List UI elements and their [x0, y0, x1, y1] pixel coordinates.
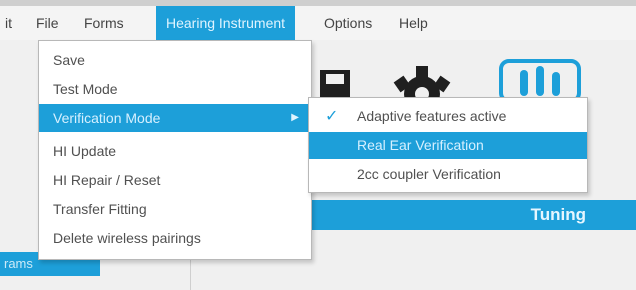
- menu-item-label: Save: [53, 52, 85, 68]
- menu-item-label: Delete wireless pairings: [53, 230, 201, 246]
- hearing-instrument-menu: Save Test Mode Verification Mode ▶ HI Up…: [38, 40, 312, 260]
- submenu-arrow-icon: ▶: [291, 112, 299, 123]
- menu-item-delete-wireless-pairings[interactable]: Delete wireless pairings: [39, 224, 311, 252]
- submenu-item-label: Real Ear Verification: [357, 137, 484, 153]
- menu-item-save[interactable]: Save: [39, 46, 311, 74]
- menu-item-test-mode[interactable]: Test Mode: [39, 75, 311, 103]
- verification-mode-submenu: ✓ Adaptive features active Real Ear Veri…: [308, 97, 588, 193]
- menu-edit-partial[interactable]: it: [5, 6, 12, 40]
- menu-forms[interactable]: Forms: [84, 6, 124, 40]
- menu-item-label: Verification Mode: [53, 110, 161, 126]
- menu-file[interactable]: File: [36, 6, 59, 40]
- submenu-item-label: 2cc coupler Verification: [357, 166, 501, 182]
- submenu-item-2cc-coupler-verification[interactable]: 2cc coupler Verification: [309, 161, 587, 188]
- menu-item-label: HI Update: [53, 143, 117, 159]
- menu-item-verification-mode[interactable]: Verification Mode ▶: [39, 104, 311, 132]
- submenu-item-label: Adaptive features active: [357, 108, 507, 124]
- menu-item-label: Transfer Fitting: [53, 201, 147, 217]
- panel-divider: [190, 256, 191, 290]
- menu-item-label: HI Repair / Reset: [53, 172, 161, 188]
- menu-item-transfer-fitting[interactable]: Transfer Fitting: [39, 195, 311, 223]
- menu-item-label: Test Mode: [53, 81, 118, 97]
- menu-item-hi-update[interactable]: HI Update: [39, 137, 311, 165]
- menu-options[interactable]: Options: [324, 6, 372, 40]
- tab-tuning[interactable]: Tuning: [300, 200, 636, 230]
- submenu-item-adaptive-features[interactable]: ✓ Adaptive features active: [309, 103, 587, 130]
- menu-item-hi-repair-reset[interactable]: HI Repair / Reset: [39, 166, 311, 194]
- menu-hearing-instrument[interactable]: Hearing Instrument: [156, 6, 296, 40]
- checkmark-icon: ✓: [325, 108, 339, 125]
- tab-tuning-label: Tuning: [530, 205, 586, 224]
- menu-bar: it File Forms Hearing Instrument Options…: [0, 6, 636, 41]
- tab-programs-label: rams: [4, 256, 33, 271]
- menu-help[interactable]: Help: [399, 6, 428, 40]
- submenu-item-real-ear-verification[interactable]: Real Ear Verification: [309, 132, 587, 159]
- tuning-icon[interactable]: [498, 58, 582, 100]
